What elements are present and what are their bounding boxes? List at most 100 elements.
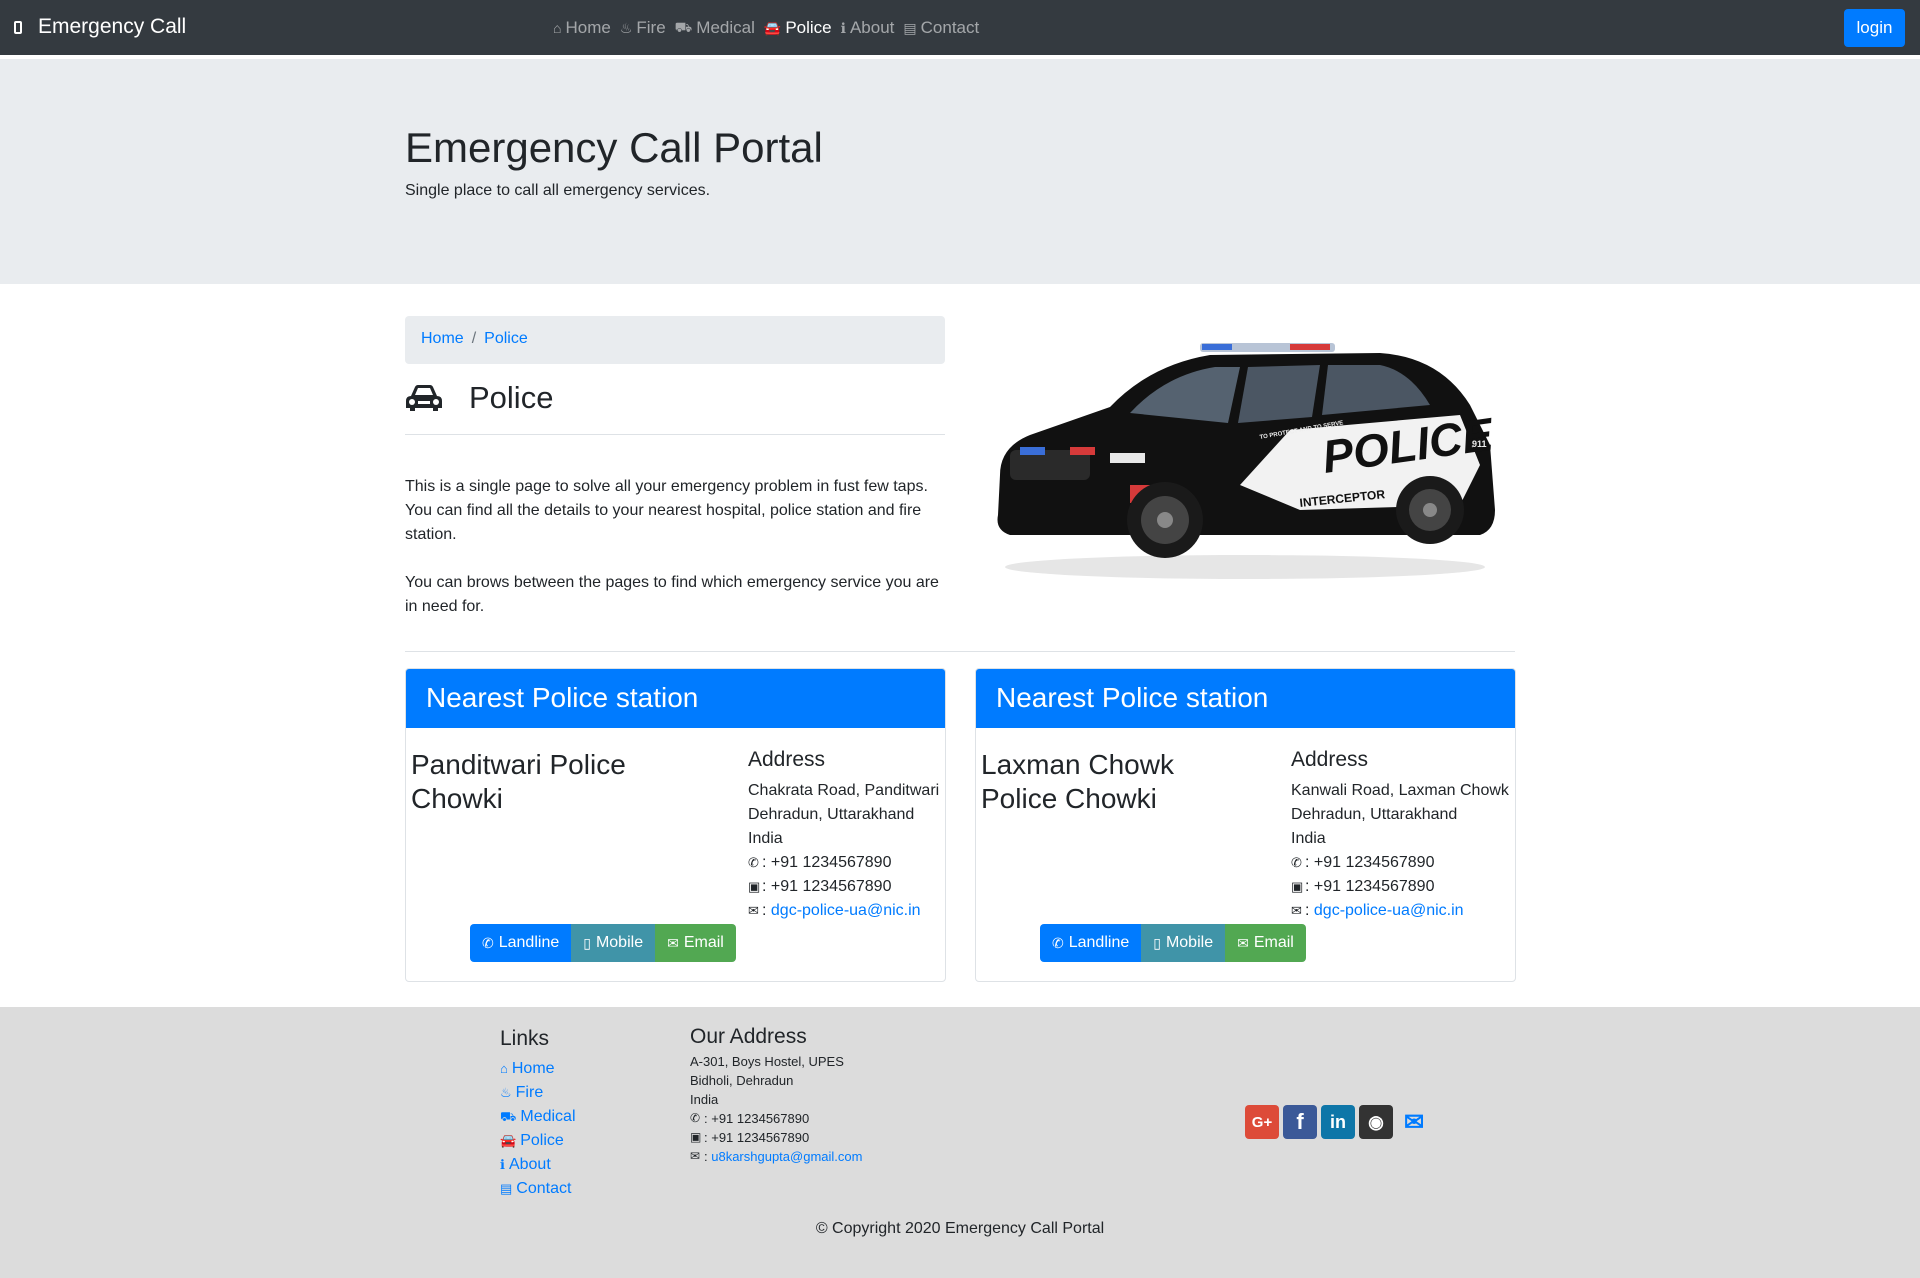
brand-label: Emergency Call: [38, 15, 187, 38]
nav-fire[interactable]: ♨ Fire: [620, 18, 666, 38]
navbar: Emergency Call ⌂ Home ♨ Fire ⛟ Medical 🚘 Pol…: [0, 0, 1920, 55]
police-station-card: Nearest Police station Panditwari Police…: [405, 668, 946, 982]
envelope-icon: ✉: [748, 903, 759, 918]
fax-number: +91 1234567890: [770, 878, 892, 895]
github-icon[interactable]: ◉: [1359, 1105, 1393, 1139]
nav-about-label: About: [849, 18, 895, 37]
nav-contact[interactable]: ▤ Contact: [903, 18, 979, 38]
address-line: India: [748, 830, 783, 847]
google-plus-icon[interactable]: G+: [1245, 1105, 1279, 1139]
nav-medical[interactable]: ⛟ Medical: [675, 18, 755, 38]
landline-button-label: Landline: [1068, 934, 1130, 951]
mobile-button[interactable]: ▯ Mobile: [571, 924, 656, 962]
address-line: India: [1291, 830, 1326, 847]
fax-number: +91 1234567890: [711, 1130, 810, 1145]
fire-icon: ♨: [500, 1085, 512, 1100]
jumbotron-subtitle: Single place to call all emergency servi…: [405, 182, 711, 199]
footer-address-title: Our Address: [690, 1025, 807, 1048]
landline-number: +91 1234567890: [770, 854, 892, 871]
home-icon: ⌂: [553, 20, 562, 36]
contact-buttons: ✆ Landline ▯ Mobile ✉ Email: [1040, 924, 1306, 962]
fax-icon: ▣: [1291, 879, 1304, 894]
nav-medical-label: Medical: [696, 18, 755, 37]
facebook-icon[interactable]: f: [1283, 1105, 1317, 1139]
footer-link-medical[interactable]: ⛟ Medical: [500, 1105, 576, 1129]
station-address: Address Chakrata Road, Panditwari Dehrad…: [748, 747, 939, 923]
card-header: Nearest Police station: [976, 669, 1515, 728]
mobile-phone-icon: ▯: [583, 934, 591, 951]
landline-button[interactable]: ✆ Landline: [470, 924, 572, 962]
envelope-icon: ✉: [690, 1149, 701, 1163]
email-link[interactable]: dgc-police-ua@nic.in: [771, 899, 921, 923]
mobile-button[interactable]: ▯ Mobile: [1141, 924, 1226, 962]
mobile-phone-icon: ▯: [1153, 934, 1161, 951]
phone-icon: ✆: [1291, 855, 1302, 870]
footer-link-contact[interactable]: ▤ Contact: [500, 1177, 576, 1201]
email-row: ✉: dgc-police-ua@nic.in: [1291, 899, 1509, 923]
footer-link-home[interactable]: ⌂ Home: [500, 1057, 576, 1081]
phone-number: +91 1234567890: [711, 1111, 810, 1126]
footer-address: Our Address A-301, Boys Hostel, UPES Bid…: [690, 1025, 863, 1166]
footer: Links ⌂ Home ♨ Fire ⛟ Medical 🚘 Police ℹ Abou…: [0, 1007, 1920, 1278]
address-line: India: [690, 1092, 719, 1107]
address-line: Chakrata Road, Panditwari: [748, 782, 940, 799]
car-icon: 🚘: [763, 19, 782, 36]
email-link[interactable]: u8karshgupta@gmail.com: [711, 1147, 862, 1166]
landline-row: ✆: +91 1234567890: [1291, 851, 1509, 875]
address-line: Kanwali Road, Laxman Chowk: [1291, 782, 1509, 799]
mobile-button-label: Mobile: [1165, 934, 1214, 951]
address-line: Bidholi, Dehradun: [690, 1073, 794, 1088]
nav-home[interactable]: ⌂ Home: [553, 18, 611, 38]
brand[interactable]: Emergency Call: [14, 15, 186, 39]
login-button[interactable]: login: [1844, 9, 1905, 47]
fax-icon: ▣: [748, 879, 761, 894]
footer-links-title: Links: [500, 1027, 550, 1050]
info-icon: ℹ: [500, 1157, 505, 1172]
nav-home-label: Home: [565, 18, 611, 37]
footer-link-fire[interactable]: ♨ Fire: [500, 1081, 576, 1105]
mobile-button-label: Mobile: [595, 934, 644, 951]
landline-button-label: Landline: [498, 934, 560, 951]
breadcrumb-home[interactable]: Home: [421, 330, 464, 347]
fax-row: ▣: +91 1234567890: [748, 875, 939, 899]
police-station-card: Nearest Police station Laxman Chowk Poli…: [975, 668, 1516, 982]
email-link[interactable]: dgc-police-ua@nic.in: [1314, 899, 1464, 923]
footer-link-label: Police: [520, 1132, 564, 1149]
email-row: ✉: u8karshgupta@gmail.com: [690, 1147, 863, 1166]
nav-contact-label: Contact: [920, 18, 980, 37]
description-paragraph: You can brows between the pages to find …: [405, 574, 939, 615]
envelope-icon: ✉: [1237, 934, 1249, 951]
email-button[interactable]: ✉ Email: [1225, 924, 1306, 962]
fire-icon: ♨: [619, 19, 633, 36]
linkedin-icon[interactable]: in: [1321, 1105, 1355, 1139]
footer-link-label: Fire: [515, 1084, 544, 1101]
footer-link-about[interactable]: ℹ About: [500, 1153, 576, 1177]
ambulance-icon: ⛟: [500, 1109, 517, 1124]
nav-about[interactable]: ℹ About: [841, 18, 895, 38]
nav-police[interactable]: 🚘 Police: [764, 18, 832, 38]
email-row: ✉: dgc-police-ua@nic.in: [748, 899, 939, 923]
footer-link-police[interactable]: 🚘 Police: [500, 1129, 576, 1153]
phone-icon: ✆: [1052, 934, 1064, 951]
address-card-icon: ▤: [903, 19, 917, 36]
phone-icon: ✆: [748, 855, 759, 870]
envelope-icon[interactable]: ✉: [1397, 1105, 1431, 1139]
station-name: Laxman Chowk Police Chowki: [981, 749, 1174, 814]
description: This is a single page to solve all your …: [405, 475, 945, 619]
car-icon: [406, 385, 442, 411]
footer-link-label: About: [508, 1156, 551, 1173]
breadcrumb-police[interactable]: Police: [484, 330, 528, 347]
address-line: Dehradun, Uttarakhand: [1291, 806, 1458, 823]
email-button[interactable]: ✉ Email: [655, 924, 736, 962]
police-car-image: POLICE INTERCEPTOR TO PROTECT AND TO SER…: [997, 343, 1497, 579]
landline-button[interactable]: ✆ Landline: [1040, 924, 1142, 962]
car-text-badge: 911: [1472, 439, 1487, 449]
page-title-label: Police: [469, 380, 554, 415]
description-paragraph: This is a single page to solve all your …: [405, 478, 928, 543]
phone-icon: ✆: [482, 934, 494, 951]
ambulance-icon: ⛟: [674, 18, 693, 35]
jumbotron-title: Emergency Call Portal: [405, 124, 823, 171]
page-title: Police: [405, 380, 553, 416]
copyright: © Copyright 2020 Emergency Call Portal: [815, 1220, 1105, 1237]
fax-number: +91 1234567890: [1313, 878, 1435, 895]
